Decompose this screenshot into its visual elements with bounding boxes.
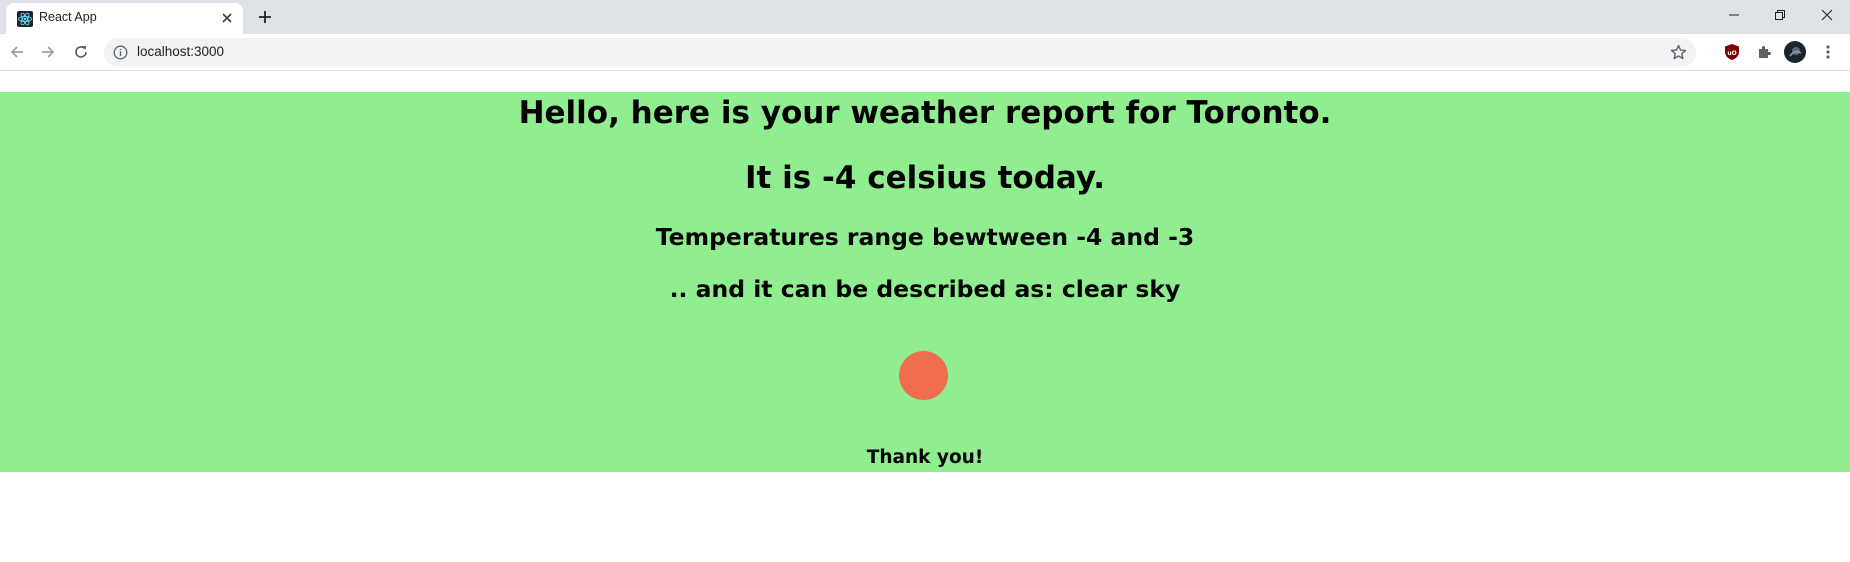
tab-react-app[interactable]: React App bbox=[6, 3, 243, 34]
svg-text:uO: uO bbox=[1727, 50, 1736, 57]
thank-you-text: Thank you! bbox=[866, 447, 984, 468]
weather-indicator-circle bbox=[899, 351, 948, 400]
tab-strip: React App bbox=[0, 0, 1850, 34]
kebab-menu-icon[interactable] bbox=[1816, 40, 1840, 64]
puzzle-icon[interactable] bbox=[1752, 40, 1776, 64]
plus-icon[interactable] bbox=[255, 7, 275, 27]
url-text: localhost:3000 bbox=[137, 44, 225, 59]
avatar-icon[interactable] bbox=[1783, 40, 1807, 64]
arrow-left-icon[interactable] bbox=[4, 39, 30, 65]
arrow-right-icon[interactable] bbox=[35, 39, 61, 65]
temperature-range: Temperatures range bewtween -4 and -3 bbox=[655, 223, 1195, 251]
browser-toolbar: localhost:3000 uO bbox=[0, 34, 1850, 71]
reload-icon[interactable] bbox=[68, 39, 94, 65]
tab-title: React App bbox=[39, 10, 97, 24]
info-icon[interactable] bbox=[113, 45, 128, 60]
weather-report-panel: Hello, here is your weather report for T… bbox=[0, 92, 1850, 472]
restore-icon[interactable] bbox=[1757, 0, 1803, 30]
page-viewport: Hello, here is your weather report for T… bbox=[0, 72, 1850, 562]
minimize-icon[interactable] bbox=[1711, 0, 1757, 30]
greeting-heading: Hello, here is your weather report for T… bbox=[518, 95, 1332, 131]
ublock-shield-icon[interactable]: uO bbox=[1720, 40, 1744, 64]
temperature-heading: It is -4 celsius today. bbox=[744, 160, 1106, 196]
react-logo-icon bbox=[17, 11, 33, 27]
star-icon[interactable] bbox=[1669, 43, 1688, 62]
weather-description: .. and it can be described as: clear sky bbox=[669, 275, 1181, 303]
address-bar[interactable]: localhost:3000 bbox=[104, 38, 1696, 67]
close-icon[interactable] bbox=[218, 9, 236, 27]
close-icon[interactable] bbox=[1804, 0, 1850, 30]
